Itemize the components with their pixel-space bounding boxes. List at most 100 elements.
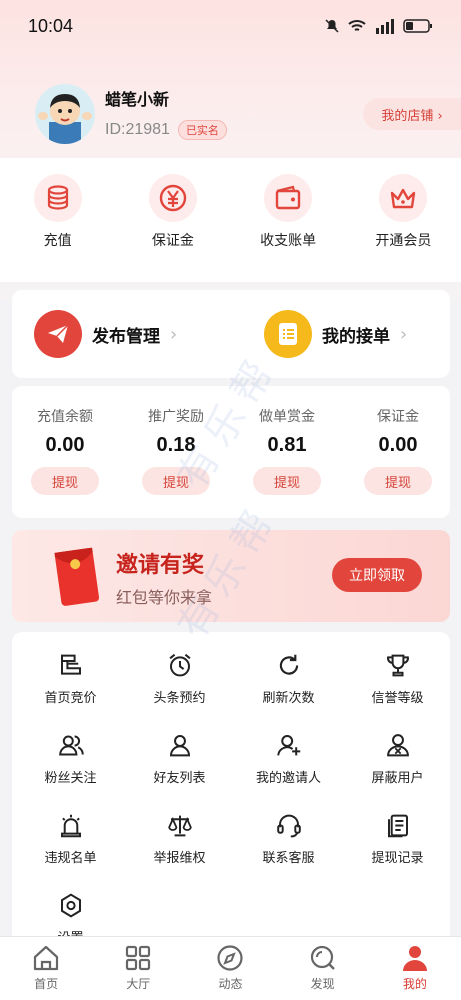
invite-subtitle: 红包等你来拿 xyxy=(116,588,213,607)
bid-icon xyxy=(60,654,81,675)
quick-action-bill[interactable]: 收支账单 xyxy=(238,174,338,282)
user-add-icon xyxy=(276,735,300,756)
withdraw-button[interactable]: 提现 xyxy=(364,467,432,495)
paper-plane-icon xyxy=(48,324,69,343)
mute-icon xyxy=(325,19,339,33)
balance-value: 0.81 xyxy=(267,434,307,456)
alarm-light-icon xyxy=(60,814,81,838)
tab-label: 大厅 xyxy=(126,977,151,991)
tab-mine[interactable]: 我的 xyxy=(375,943,455,1000)
menu-item-bid[interactable]: 首页竞价 xyxy=(16,652,125,706)
grid-icon xyxy=(126,945,151,971)
menu-item-refresh[interactable]: 刷新次数 xyxy=(234,652,343,706)
menu-label: 屏蔽用户 xyxy=(371,771,424,786)
search-icon xyxy=(310,945,335,970)
battery-icon xyxy=(403,19,432,33)
menu-item-headline[interactable]: 头条预约 xyxy=(125,652,234,706)
profile-icon xyxy=(402,946,427,971)
menu-item-credit[interactable]: 信誉等级 xyxy=(343,652,452,706)
withdraw-button[interactable]: 提现 xyxy=(142,467,210,495)
service-menu: 首页竞价 头条预约 刷新次数 信誉等级 粉丝关注 好友列表 我的邀请人 屏蔽用户… xyxy=(12,632,452,946)
coins-icon xyxy=(47,185,68,210)
home-icon xyxy=(33,945,59,971)
menu-label: 我的邀请人 xyxy=(255,771,321,786)
balance-card: 充值余额 0.00 提现 推广奖励 0.18 提现 做单赏金 0.81 提现 保… xyxy=(12,386,450,518)
menu-item-blocked[interactable]: 屏蔽用户 xyxy=(343,732,452,786)
menu-label: 粉丝关注 xyxy=(44,771,97,786)
publish-manage-label: 发布管理 xyxy=(92,326,160,347)
my-orders-label: 我的接单 xyxy=(322,326,390,347)
quick-action-deposit[interactable]: 保证金 xyxy=(123,174,223,282)
compass-icon xyxy=(217,945,244,971)
tab-feed[interactable]: 动态 xyxy=(190,943,270,1000)
invite-banner[interactable]: 邀请有奖 红包等你来拿 立即领取 xyxy=(12,530,450,622)
balance-promotion: 推广奖励 0.18 提现 xyxy=(128,406,224,495)
balance-value: 0.18 xyxy=(156,434,196,456)
fans-icon xyxy=(58,735,84,756)
user-block-icon xyxy=(386,734,409,757)
quick-action-recharge[interactable]: 充值 xyxy=(8,174,108,282)
withdraw-button[interactable]: 提现 xyxy=(31,467,99,495)
publish-card: 发布管理 › 我的接单 › xyxy=(12,290,450,378)
tab-home[interactable]: 首页 xyxy=(6,943,86,1000)
quick-action-label: 保证金 xyxy=(151,233,194,249)
menu-label: 刷新次数 xyxy=(262,691,315,706)
nickname: 蜡笔小新 xyxy=(105,90,170,109)
tab-hall[interactable]: 大厅 xyxy=(98,943,178,1000)
menu-label: 违规名单 xyxy=(44,851,97,866)
invite-title: 邀请有奖 xyxy=(116,553,205,578)
chevron-right-icon: › xyxy=(170,323,178,345)
verified-badge: 已实名 xyxy=(177,120,227,140)
publish-manage-button[interactable]: 发布管理 › xyxy=(34,310,177,358)
records-icon xyxy=(387,814,408,838)
balance-recharge: 充值余额 0.00 提现 xyxy=(17,406,113,495)
menu-item-support[interactable]: 联系客服 xyxy=(234,812,343,866)
menu-item-report[interactable]: 举报维权 xyxy=(125,812,234,866)
menu-item-friends[interactable]: 好友列表 xyxy=(125,732,234,786)
trophy-icon xyxy=(386,654,409,677)
menu-label: 提现记录 xyxy=(371,851,424,866)
menu-item-fans[interactable]: 粉丝关注 xyxy=(16,732,125,786)
withdraw-button[interactable]: 提现 xyxy=(253,467,321,495)
user-id: ID:21981 xyxy=(105,121,170,138)
my-store-button[interactable]: 我的店铺 › xyxy=(363,98,461,130)
crown-icon xyxy=(391,188,416,209)
quick-action-label: 开通会员 xyxy=(375,233,432,249)
balance-bounty: 做单赏金 0.81 提现 xyxy=(239,406,335,495)
chevron-right-icon: › xyxy=(400,323,408,345)
refresh-icon xyxy=(279,654,298,675)
quick-action-vip[interactable]: 开通会员 xyxy=(353,174,453,282)
status-icons xyxy=(324,18,433,34)
quick-action-label: 收支账单 xyxy=(260,233,317,249)
menu-label: 头条预约 xyxy=(153,691,206,706)
document-list-icon xyxy=(279,323,297,345)
status-time: 10:04 xyxy=(28,15,74,36)
profile-header[interactable]: 蜡笔小新 ID:21981 已实名 xyxy=(35,84,227,144)
menu-label: 首页竞价 xyxy=(44,691,97,706)
my-orders-button[interactable]: 我的接单 › xyxy=(264,310,407,358)
tab-label: 发现 xyxy=(310,977,335,991)
claim-now-button[interactable]: 立即领取 xyxy=(332,558,422,592)
tab-discover[interactable]: 发现 xyxy=(283,943,363,1000)
menu-item-inviter[interactable]: 我的邀请人 xyxy=(234,732,343,786)
alarm-clock-icon xyxy=(168,653,191,677)
signal-icon xyxy=(376,19,394,34)
balance-label: 推广奖励 xyxy=(148,409,204,425)
quick-action-label: 充值 xyxy=(43,233,72,249)
menu-label: 举报维权 xyxy=(153,851,206,866)
balance-value: 0.00 xyxy=(378,434,418,456)
avatar[interactable] xyxy=(35,84,95,144)
tab-label: 动态 xyxy=(218,977,243,991)
scale-icon xyxy=(167,815,192,837)
balance-label: 做单赏金 xyxy=(259,409,315,425)
bottom-tab-bar: 首页 大厅 动态 发现 我的 xyxy=(0,936,461,1000)
balance-label: 充值余额 xyxy=(37,409,93,425)
menu-label: 好友列表 xyxy=(153,771,206,786)
menu-label: 信誉等级 xyxy=(371,691,424,706)
balance-label: 保证金 xyxy=(377,409,419,425)
settings-icon xyxy=(60,893,81,918)
balance-deposit: 保证金 0.00 提现 xyxy=(350,406,446,495)
menu-item-violation[interactable]: 违规名单 xyxy=(16,812,125,866)
wallet-icon xyxy=(275,185,301,210)
menu-item-withdraw-records[interactable]: 提现记录 xyxy=(343,812,452,866)
